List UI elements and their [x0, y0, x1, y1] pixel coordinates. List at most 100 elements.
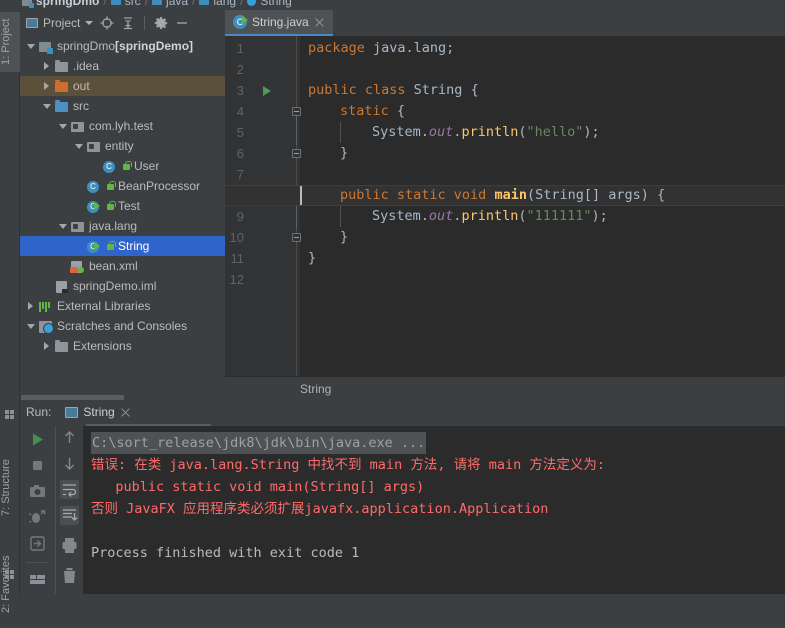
folder-orange-icon [54, 79, 69, 94]
print-icon[interactable] [60, 536, 79, 555]
minimize-icon[interactable] [175, 16, 189, 30]
chevron-down-icon [85, 21, 94, 25]
tree-twisty-closed-icon[interactable] [24, 299, 38, 313]
tree-item-user[interactable]: C User [20, 156, 225, 176]
tree-item-string[interactable]: C String [20, 236, 225, 256]
line-number: 5 [236, 125, 244, 140]
tree-item-label: bean.xml [89, 259, 138, 273]
exit-icon[interactable] [28, 534, 47, 553]
close-icon[interactable] [120, 407, 131, 418]
breadcrumb-item-src[interactable]: src [110, 0, 141, 8]
tree-item-out[interactable]: out [20, 76, 225, 96]
sidebar-tab-structure[interactable]: 7: Structure [0, 442, 20, 534]
layout-icon[interactable] [28, 570, 47, 589]
class-icon [247, 0, 257, 6]
tree-item-entity[interactable]: entity [20, 136, 225, 156]
run-gutter-icon[interactable] [261, 85, 273, 97]
tree-item-label: out [73, 79, 90, 93]
code-token: package [308, 40, 374, 56]
tree-item-springdemo-iml[interactable]: springDemo.iml [20, 276, 225, 296]
tree-twisty-closed-icon[interactable] [40, 59, 54, 73]
code-line[interactable]: package java.lang; [300, 38, 785, 59]
code-line[interactable]: } [300, 227, 785, 248]
breadcrumb-item-label: String [260, 0, 292, 8]
tree-item-com-lyh-test[interactable]: com.lyh.test [20, 116, 225, 136]
project-view-selector[interactable]: Project [26, 16, 94, 30]
module-icon [22, 0, 34, 8]
breadcrumb-item-springdmo[interactable]: springDmo [22, 0, 99, 8]
editor-gutter[interactable]: 123456789101112 [225, 36, 301, 376]
code-line[interactable]: System.out.println("hello"); [300, 122, 785, 143]
tree-item-label: springDemo.iml [73, 279, 157, 293]
code-text[interactable]: package java.lang; public class String {s… [225, 36, 785, 376]
sidebar-tab-favorites[interactable]: 2: Favorites [0, 540, 20, 628]
tree-twisty-closed-icon[interactable] [40, 79, 54, 93]
code-token: { [388, 103, 406, 119]
tree-item-src[interactable]: src [20, 96, 225, 116]
code-line[interactable] [300, 164, 785, 185]
scroll-down-icon[interactable] [60, 454, 79, 473]
code-line[interactable] [300, 59, 785, 80]
dump-threads-icon[interactable] [28, 508, 47, 527]
clear-all-icon[interactable] [60, 566, 79, 585]
scroll-to-end-icon[interactable] [60, 506, 79, 525]
crosshair-target-icon[interactable] [100, 16, 114, 30]
tree-twisty-open-icon[interactable] [72, 139, 86, 153]
java-class-runnable-icon: C [233, 15, 248, 29]
xml-file-icon [70, 259, 85, 274]
code-line[interactable]: } [300, 248, 785, 269]
breadcrumb-separator: / [144, 0, 149, 8]
stop-icon[interactable] [28, 456, 47, 475]
editor-tab-string-java[interactable]: C String.java [225, 10, 333, 36]
tree-item-beanprocessor[interactable]: C BeanProcessor [20, 176, 225, 196]
code-line[interactable]: static { [300, 101, 785, 122]
editor-breadcrumb[interactable]: String [225, 376, 785, 400]
scroll-up-icon[interactable] [60, 428, 79, 447]
screenshot-icon[interactable] [28, 482, 47, 501]
code-line[interactable]: } [300, 143, 785, 164]
tree-item-test[interactable]: C Test [20, 196, 225, 216]
breadcrumb-item-string[interactable]: String [247, 0, 292, 8]
console-line: 否则 JavaFX 应用程序类必须扩展javafx.application.Ap… [91, 498, 785, 520]
tree-twisty-open-icon[interactable] [56, 119, 70, 133]
code-editor[interactable]: 123456789101112 package java.lang; public… [225, 36, 785, 376]
breadcrumb-separator: / [103, 0, 107, 8]
soft-wrap-icon[interactable] [60, 480, 79, 499]
tree-twisty-open-icon[interactable] [24, 319, 38, 333]
collapse-all-icon[interactable] [121, 16, 135, 30]
tree-item-external-libraries[interactable]: External Libraries [20, 296, 225, 316]
code-token: (String[] args) { [526, 187, 666, 203]
tree-item-scratches-and-consoles[interactable]: Scratches and Consoles [20, 316, 225, 336]
sidebar-tab-project[interactable]: 1: Project [0, 12, 20, 72]
code-line[interactable]: public class String { [300, 80, 785, 101]
tree-twisty-open-icon[interactable] [24, 39, 38, 53]
tree-item-bean-xml[interactable]: bean.xml [20, 256, 225, 276]
breadcrumb-item-lang[interactable]: lang [199, 0, 236, 8]
code-line[interactable] [300, 269, 785, 290]
code-token: static [340, 103, 389, 119]
tree-twisty-closed-icon[interactable] [40, 339, 54, 353]
tree-item-extensions[interactable]: Extensions [20, 336, 225, 356]
tree-item--idea[interactable]: .idea [20, 56, 225, 76]
console-output[interactable]: C:\sort_release\jdk8\jdk\bin\java.exe ..… [83, 426, 785, 594]
tree-item-java-lang[interactable]: java.lang [20, 216, 225, 236]
class-runnable-icon: C [86, 239, 101, 254]
run-tab-string[interactable]: String [61, 403, 134, 421]
close-icon[interactable] [314, 17, 325, 28]
project-tree[interactable]: springDmo [springDemo] .idea out src com.lyh… [20, 36, 225, 394]
tree-twisty-open-icon[interactable] [56, 219, 70, 233]
breadcrumb-item-java[interactable]: java [152, 0, 188, 8]
code-line[interactable]: System.out.println("111111"); [300, 206, 785, 227]
gear-icon[interactable] [154, 16, 168, 30]
tree-item-springdmo[interactable]: springDmo [springDemo] [20, 36, 225, 56]
toolbar-divider [144, 16, 146, 30]
rerun-icon[interactable] [28, 430, 47, 449]
code-line[interactable]: public static void main(String[] args) { [300, 185, 785, 206]
tree-item-label: springDmo [57, 39, 116, 53]
run-tool-window: Run: String C:\sort_release\jdk8\jdk\bin… [20, 400, 785, 594]
line-number: 4 [236, 104, 244, 119]
tree-twisty-open-icon[interactable] [40, 99, 54, 113]
public-lock-icon [105, 200, 116, 212]
